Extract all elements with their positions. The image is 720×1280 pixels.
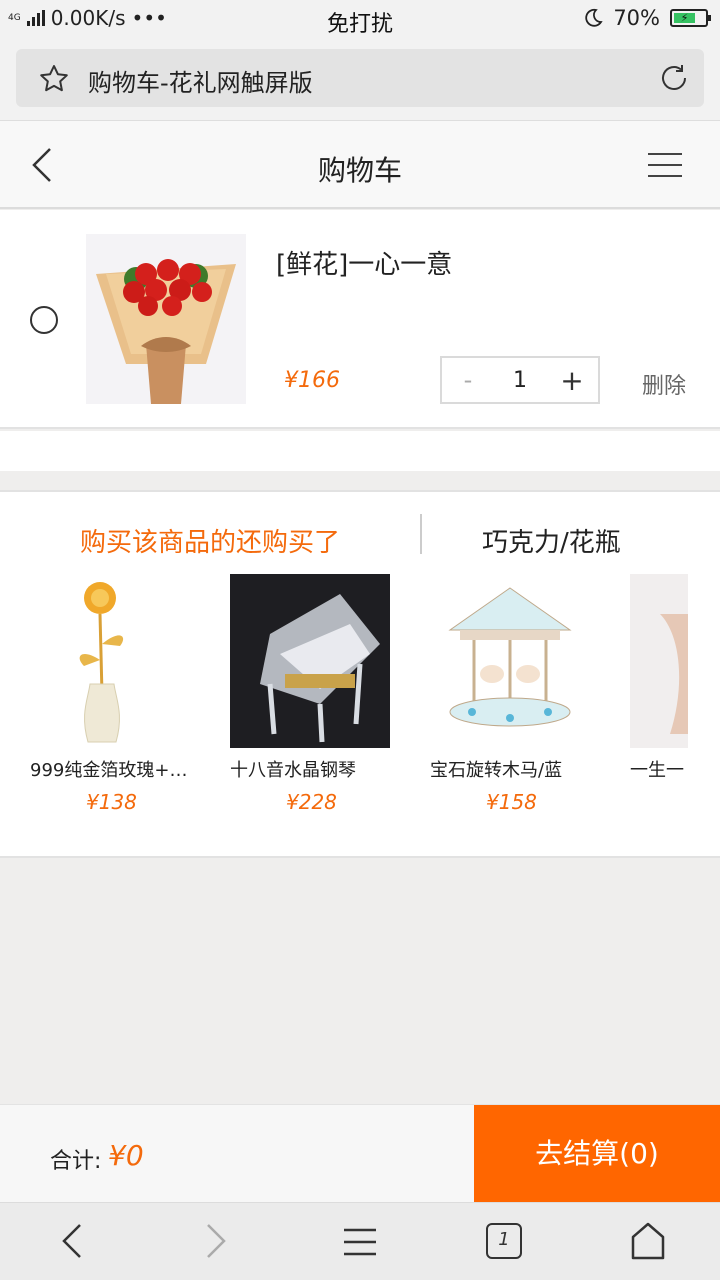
moon-icon — [585, 8, 603, 27]
battery-icon: ⚡ — [670, 9, 711, 27]
refresh-icon[interactable] — [658, 62, 690, 94]
browser-home-icon[interactable] — [630, 1221, 666, 1261]
product-name: 十八音水晶钢琴 — [230, 760, 356, 781]
product-price: ¥228 — [286, 790, 337, 814]
cart-spacer — [0, 431, 720, 471]
delete-item-button[interactable]: 删除 — [642, 368, 686, 400]
product-image-crystal-piano[interactable] — [230, 574, 390, 748]
page-title-in-address-bar: 购物车-花礼网触屏版 — [88, 69, 313, 97]
browser-tabs-button[interactable]: 1 — [486, 1223, 522, 1259]
cart-item-price: ¥166 — [284, 368, 340, 393]
star-icon[interactable] — [38, 63, 70, 95]
address-bar-area: 购物车-花礼网触屏版 — [0, 40, 720, 120]
checkout-button[interactable]: 去结算(0) — [474, 1105, 720, 1203]
product-name: 一生一 — [630, 760, 684, 781]
total-label: 合计: — [50, 1149, 102, 1174]
menu-icon[interactable] — [648, 153, 682, 186]
browser-back-icon[interactable] — [60, 1223, 84, 1259]
cart-item-name[interactable]: [鲜花]一心一意 — [276, 244, 452, 281]
total-amount: ¥0 — [108, 1139, 144, 1172]
battery-percent: 70% — [613, 6, 660, 30]
tab-divider — [420, 514, 422, 554]
product-card[interactable]: 十八音水晶钢琴 ¥228 — [230, 574, 400, 814]
product-price: ¥158 — [486, 790, 537, 814]
product-name: 宝石旋转木马/蓝 — [430, 760, 563, 781]
browser-nav-bar: 1 — [0, 1202, 720, 1280]
product-image-gold-rose[interactable] — [30, 574, 190, 748]
cart-item: [鲜花]一心一意 ¥166 - 1 + 删除 — [0, 210, 720, 429]
product-card[interactable]: 宝石旋转木马/蓝 ¥158 — [430, 574, 600, 814]
browser-menu-icon[interactable] — [342, 1227, 378, 1257]
recommendation-section: 购买该商品的还购买了 巧克力/花瓶 999纯金箔玫瑰+… ¥138 十八音水晶钢… — [0, 490, 720, 858]
decrease-quantity-button[interactable]: - — [442, 366, 494, 394]
tab-chocolate-vase[interactable]: 巧克力/花瓶 — [482, 522, 621, 559]
tab-also-bought[interactable]: 购买该商品的还购买了 — [80, 522, 340, 559]
increase-quantity-button[interactable]: + — [546, 364, 598, 397]
quantity-value[interactable]: 1 — [494, 368, 546, 393]
product-card[interactable]: 999纯金箔玫瑰+… ¥138 — [30, 574, 200, 814]
page-title: 购物车 — [317, 154, 402, 187]
product-price: ¥138 — [86, 790, 137, 814]
product-name: 999纯金箔玫瑰+… — [30, 760, 188, 781]
product-image-carousel[interactable] — [430, 574, 590, 748]
status-bar: 4G 0.00K/s ••• 免打扰 70% ⚡ — [0, 0, 720, 40]
product-card[interactable]: 一生一 — [630, 574, 688, 782]
page-header: 购物车 — [0, 120, 720, 209]
select-item-checkbox[interactable] — [30, 306, 58, 334]
product-image-partial[interactable] — [630, 574, 688, 748]
product-image-rose-bouquet[interactable] — [86, 234, 246, 404]
address-bar[interactable]: 购物车-花礼网触屏版 — [16, 49, 704, 107]
browser-forward-icon[interactable] — [204, 1223, 228, 1259]
checkout-bar: 合计: ¥0 去结算(0) — [0, 1104, 720, 1203]
quantity-stepper: - 1 + — [440, 356, 600, 404]
